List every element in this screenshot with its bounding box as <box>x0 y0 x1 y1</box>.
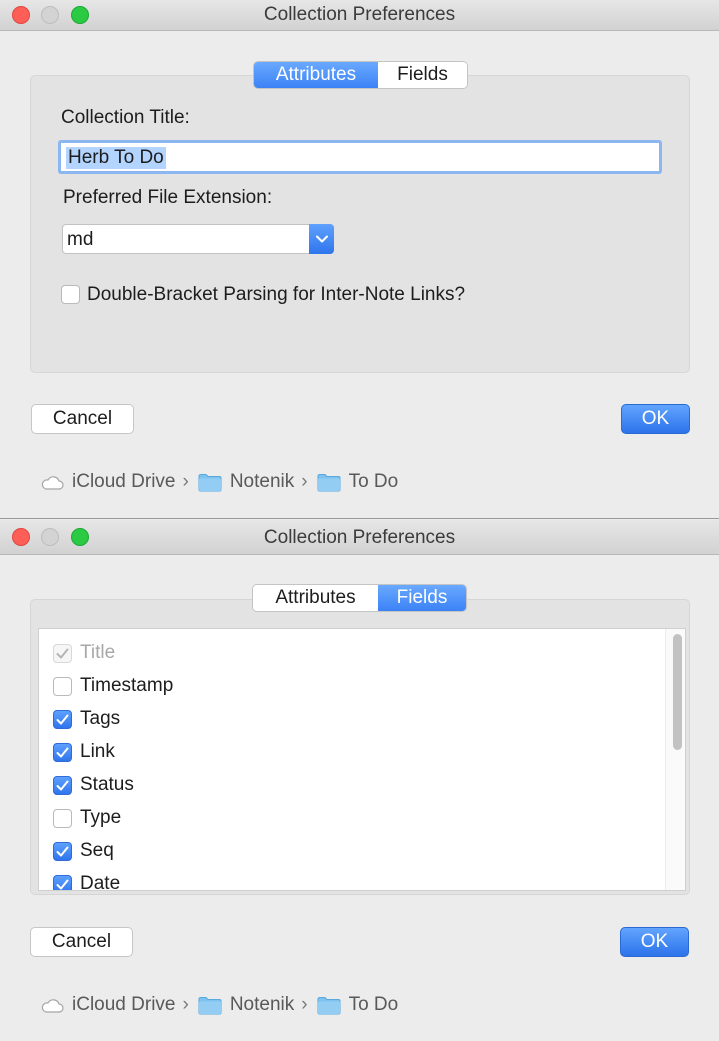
checkmark-icon <box>56 846 69 856</box>
list-item: Tags <box>53 707 120 731</box>
list-item: Timestamp <box>53 674 173 698</box>
list-item: Status <box>53 773 134 797</box>
list-item: Type <box>53 806 121 830</box>
checkmark-icon <box>56 780 69 790</box>
tab-attributes[interactable]: Attributes <box>253 585 378 611</box>
checkmark-icon <box>56 879 69 889</box>
list-item: Date <box>53 872 121 891</box>
cloud-icon <box>41 476 64 490</box>
double-bracket-checkbox[interactable] <box>61 285 80 304</box>
field-checkbox-seq[interactable] <box>53 841 72 861</box>
collection-title-value: Herb To Do <box>66 147 166 169</box>
path-bar: iCloud Drive › Notenik › To Do <box>40 471 398 493</box>
tab-fields[interactable]: Fields <box>378 62 467 88</box>
field-label: Title <box>80 642 116 663</box>
collection-title-label: Collection Title: <box>61 107 190 128</box>
folder-icon <box>317 996 341 1014</box>
field-label: Tags <box>80 708 121 729</box>
checkmark-icon <box>56 747 69 757</box>
file-extension-value: md <box>67 229 94 250</box>
field-checkbox-tags[interactable] <box>53 709 72 729</box>
field-checkbox-status[interactable] <box>53 775 72 795</box>
cancel-button[interactable]: Cancel <box>31 404 134 434</box>
scrollbar-thumb[interactable] <box>673 634 682 750</box>
list-item: Title <box>53 641 115 665</box>
field-checkbox-timestamp[interactable] <box>53 676 72 696</box>
preferences-window-attributes: Collection Preferences Attributes Fields… <box>0 0 719 519</box>
path-bar: iCloud Drive › Notenik › To Do <box>40 994 398 1016</box>
path-item-icloud[interactable]: iCloud Drive <box>72 994 175 1016</box>
tab-bar: Attributes Fields <box>253 61 468 89</box>
window-title: Collection Preferences <box>263 4 456 25</box>
collection-title-input[interactable]: Herb To Do <box>58 140 662 174</box>
field-label: Link <box>80 741 115 762</box>
chevron-down-icon[interactable] <box>309 224 334 254</box>
ok-button[interactable]: OK <box>621 404 690 434</box>
chevron-right-icon: › <box>301 471 308 492</box>
list-item: Link <box>53 740 115 764</box>
list-item: Seq <box>53 839 114 863</box>
field-label: Seq <box>80 840 114 861</box>
folder-icon <box>317 473 341 491</box>
chevron-right-icon: › <box>182 471 189 492</box>
field-checkbox-title <box>53 643 72 663</box>
field-checkbox-link[interactable] <box>53 742 72 762</box>
path-item-notenik[interactable]: Notenik <box>230 471 294 493</box>
folder-icon <box>198 473 222 491</box>
preferences-window-fields: Collection Preferences Attributes Fields… <box>0 520 719 1041</box>
file-extension-label: Preferred File Extension: <box>63 187 273 208</box>
ok-button[interactable]: OK <box>620 927 689 957</box>
double-bracket-label: Double-Bracket Parsing for Inter-Note Li… <box>87 284 466 305</box>
window-title: Collection Preferences <box>263 527 456 548</box>
checkmark-icon <box>56 714 69 724</box>
field-label: Status <box>80 774 134 795</box>
path-item-todo[interactable]: To Do <box>349 471 399 493</box>
path-item-todo[interactable]: To Do <box>349 994 399 1016</box>
chevron-right-icon: › <box>301 994 308 1015</box>
tab-attributes[interactable]: Attributes <box>254 62 378 88</box>
field-checkbox-type[interactable] <box>53 808 72 828</box>
path-item-notenik[interactable]: Notenik <box>230 994 294 1016</box>
field-label: Timestamp <box>80 675 174 696</box>
file-extension-select[interactable]: md <box>62 224 334 254</box>
cloud-icon <box>41 999 64 1013</box>
path-item-icloud[interactable]: iCloud Drive <box>72 471 175 493</box>
fields-list[interactable]: Title Timestamp Tags Link Status Type Se… <box>38 628 686 891</box>
folder-icon <box>198 996 222 1014</box>
checkmark-icon <box>56 648 69 658</box>
tab-fields[interactable]: Fields <box>378 585 466 611</box>
tab-bar: Attributes Fields <box>252 584 467 612</box>
chevron-right-icon: › <box>182 994 189 1015</box>
vertical-scrollbar[interactable] <box>665 629 685 890</box>
field-label: Date <box>80 873 121 891</box>
field-checkbox-date[interactable] <box>53 874 72 890</box>
cancel-button[interactable]: Cancel <box>30 927 133 957</box>
title-bar[interactable]: Collection Preferences <box>0 0 719 31</box>
field-label: Type <box>80 807 122 828</box>
title-bar[interactable]: Collection Preferences <box>0 520 719 555</box>
